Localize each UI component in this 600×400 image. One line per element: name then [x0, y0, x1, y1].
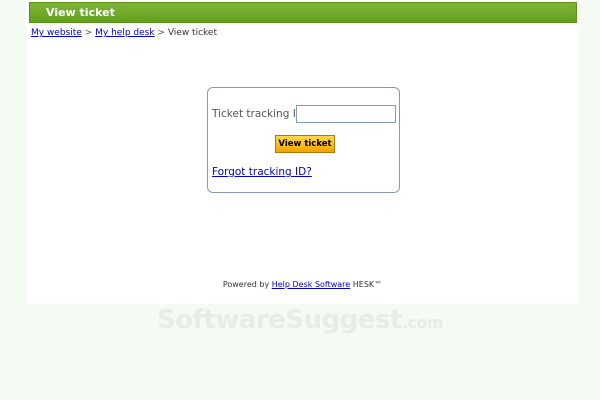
watermark-text: SoftwareSuggest — [157, 305, 402, 335]
breadcrumb-separator: > — [157, 28, 165, 38]
page-title: View ticket — [46, 6, 115, 19]
breadcrumb-current: View ticket — [167, 28, 217, 38]
breadcrumb-separator: > — [84, 28, 93, 38]
help-desk-software-link[interactable]: Help Desk Software — [272, 280, 350, 289]
footer-suffix: HESK™ — [352, 280, 383, 289]
watermark-suffix: .com — [401, 313, 444, 332]
view-ticket-form: Ticket tracking ID: View ticket Forgot t… — [207, 87, 400, 193]
breadcrumb-link-my-website[interactable]: My website — [31, 28, 82, 38]
forgot-tracking-id-link[interactable]: Forgot tracking ID? — [212, 166, 312, 178]
footer-prefix: Powered by — [222, 280, 270, 289]
breadcrumb-link-my-help-desk[interactable]: My help desk — [95, 28, 154, 38]
footer: Powered by Help Desk Software HESK™ — [26, 280, 579, 289]
view-ticket-button[interactable]: View ticket — [275, 135, 335, 153]
page-content: View ticket My website > My help desk > … — [26, 0, 579, 304]
tracking-id-label: Ticket tracking ID: — [212, 108, 308, 120]
page-header: View ticket — [29, 2, 577, 23]
breadcrumb: My website > My help desk > View ticket — [31, 28, 217, 38]
tracking-id-input[interactable] — [296, 105, 396, 123]
watermark: SoftwareSuggest.com — [157, 305, 444, 335]
